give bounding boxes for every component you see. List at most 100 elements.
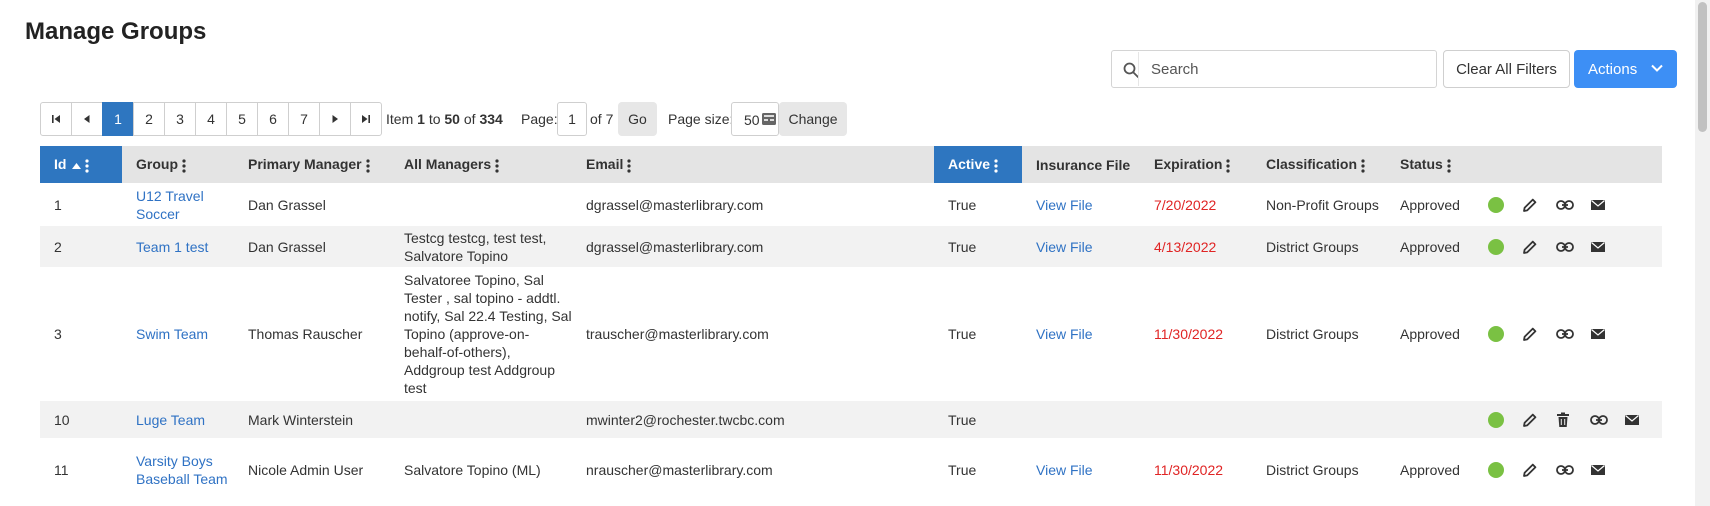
cell-active: True [934,438,1022,501]
email-icon[interactable] [1590,464,1606,476]
cell-all-managers: Testcg testcg, test test, Salvatore Topi… [390,226,572,267]
next-page-button[interactable] [319,102,351,136]
page-button-5[interactable]: 5 [226,102,258,136]
link-icon[interactable] [1556,241,1574,253]
page-button-6[interactable]: 6 [257,102,289,136]
item-from: 1 [417,111,425,127]
column-header-primary-manager[interactable]: Primary Manager [234,146,390,183]
chevron-down-icon [1651,64,1663,72]
column-menu-icon[interactable] [182,159,186,173]
table-row: 3 Swim Team Thomas Rauscher Salvatoree T… [40,267,1662,401]
change-page-size-button[interactable]: Change [779,102,847,136]
column-menu-icon[interactable] [366,159,370,173]
page-size-input[interactable]: 50 [731,102,779,136]
status-dot-icon[interactable] [1488,326,1504,342]
prev-page-icon [84,115,90,123]
page-number-input[interactable] [557,102,587,136]
page-button-1[interactable]: 1 [102,102,134,136]
clear-all-filters-button[interactable]: Clear All Filters [1443,50,1570,88]
column-menu-icon[interactable] [1361,159,1365,173]
cell-status [1386,401,1468,438]
row-actions [1482,324,1662,344]
cell-expiration: 4/13/2022 [1154,238,1217,255]
actions-label: Actions [1588,60,1638,78]
first-page-button[interactable] [40,102,72,136]
column-title: Insurance File [1036,156,1131,173]
page-button-7[interactable]: 7 [288,102,320,136]
of-pages-label: of 7 [590,111,614,127]
column-header-status[interactable]: Status [1386,146,1468,183]
column-menu-icon[interactable] [1447,159,1451,173]
last-page-button[interactable] [350,102,382,136]
cell-status: Approved [1386,183,1468,226]
column-header-insurance-file[interactable]: Insurance File [1022,146,1140,183]
column-menu-icon[interactable] [627,159,631,173]
edit-icon[interactable] [1522,239,1538,255]
search-input[interactable] [1138,52,1434,86]
group-link[interactable]: Varsity Boys Baseball Team [136,453,228,487]
email-icon[interactable] [1590,199,1606,211]
cell-id: 10 [40,401,122,438]
column-title: Status [1400,156,1443,173]
cell-status: Approved [1386,267,1468,401]
column-header-email[interactable]: Email [572,146,934,183]
link-icon[interactable] [1556,199,1574,211]
email-icon[interactable] [1590,241,1606,253]
column-menu-icon[interactable] [85,159,90,173]
column-title: Active [948,156,991,173]
groups-table: Id Group Primary Manager All Managers Em… [40,146,1662,501]
column-menu-icon[interactable] [1226,159,1231,173]
scrollbar-thumb[interactable] [1698,2,1707,132]
status-dot-icon[interactable] [1488,196,1504,213]
view-file-link[interactable]: View File [1036,197,1093,213]
delete-icon[interactable] [1556,412,1570,428]
column-menu-icon[interactable] [994,159,998,173]
group-link[interactable]: Luge Team [136,412,205,428]
view-file-link[interactable]: View File [1036,462,1093,478]
link-icon[interactable] [1590,414,1608,426]
item-label: Item [386,111,414,127]
edit-icon[interactable] [1522,326,1538,342]
status-dot-icon[interactable] [1488,461,1504,478]
email-icon[interactable] [1624,414,1640,426]
group-link[interactable]: Team 1 test [136,239,208,255]
page-button-2[interactable]: 2 [133,102,165,136]
cell-id: 2 [40,226,122,267]
column-header-id[interactable]: Id [40,146,122,183]
groups-grid: Id Group Primary Manager All Managers Em… [40,146,1662,506]
status-dot-icon[interactable] [1488,238,1504,255]
column-menu-icon[interactable] [495,159,499,173]
link-icon[interactable] [1556,328,1574,340]
page-size-label: Page size: [668,111,734,127]
link-icon[interactable] [1556,464,1574,476]
actions-button[interactable]: Actions [1574,50,1677,88]
cell-id: 11 [40,438,122,501]
edit-icon[interactable] [1522,197,1538,213]
search-box[interactable] [1111,50,1437,88]
view-file-link[interactable]: View File [1036,239,1093,255]
go-button[interactable]: Go [618,102,657,136]
group-link[interactable]: Swim Team [136,326,208,342]
edit-icon[interactable] [1522,462,1538,478]
cell-status: Approved [1386,226,1468,267]
edit-icon[interactable] [1522,412,1538,428]
prev-page-button[interactable] [71,102,103,136]
view-file-link[interactable]: View File [1036,326,1093,342]
of-label: of [463,111,476,127]
status-dot-icon[interactable] [1488,411,1504,428]
table-row: 11 Varsity Boys Baseball Team Nicole Adm… [40,438,1662,501]
cell-email: nrauscher@masterlibrary.com [572,438,934,501]
column-header-classification[interactable]: Classification [1252,146,1386,183]
column-title: All Managers [404,156,492,173]
group-link[interactable]: U12 Travel Soccer [136,188,204,222]
column-header-group[interactable]: Group [122,146,234,183]
next-page-icon [332,115,338,123]
page-scrollbar[interactable] [1695,0,1710,506]
page-button-3[interactable]: 3 [164,102,196,136]
page-button-4[interactable]: 4 [195,102,227,136]
column-header-all-managers[interactable]: All Managers [390,146,572,183]
email-icon[interactable] [1590,328,1606,340]
first-page-icon [52,115,60,123]
column-header-active[interactable]: Active [934,146,1022,183]
column-header-expiration[interactable]: Expiration [1140,146,1252,183]
